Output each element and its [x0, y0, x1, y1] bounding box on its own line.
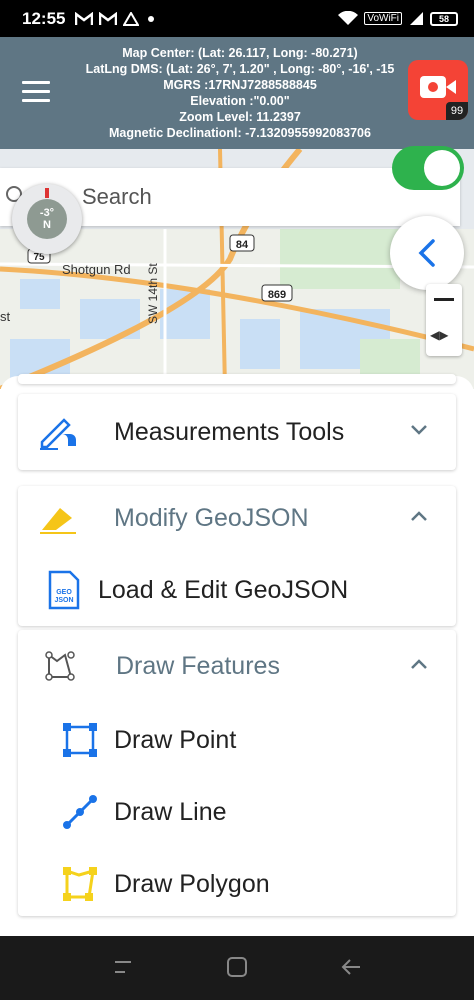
gmail-icon — [99, 11, 118, 25]
chevron-down-icon[interactable] — [410, 424, 428, 436]
magnetic-declination-text: Magnetic Declinationl: -7.13209559920837… — [109, 126, 371, 140]
draw-point-item[interactable]: Draw Point — [18, 708, 456, 772]
sw-14th-label: SW 14th St — [146, 263, 160, 324]
mgrs-text: MGRS :17RNJ7288588845 — [163, 78, 317, 92]
modify-geojson-label[interactable]: Modify GeoJSON — [114, 504, 309, 533]
draw-line-icon — [63, 795, 97, 829]
load-edit-geojson-label: Load & Edit GeoJSON — [98, 576, 349, 604]
draw-features-icon — [45, 651, 75, 681]
svg-text:GEO: GEO — [56, 589, 72, 596]
map-info-lines: Map Center: (Lat: 26.117, Long: -80.271)… — [60, 45, 420, 141]
zoom-controls[interactable]: ◀▶ — [426, 284, 462, 356]
app-header: Map Center: (Lat: 26.117, Long: -80.271)… — [0, 37, 474, 149]
status-bar: 12:55 VoWiFi 58 — [0, 0, 474, 37]
pan-arrows-icon[interactable]: ◀▶ — [430, 328, 448, 342]
compass-direction: N — [43, 219, 51, 231]
back-arrow-icon[interactable] — [340, 956, 362, 978]
draw-features-card: Draw Features Draw Point Draw Line Draw … — [18, 630, 456, 916]
signal-icon — [410, 12, 423, 25]
chevron-left-icon — [418, 239, 435, 267]
elevation-text: Elevation :"0.00" — [190, 94, 290, 108]
recorder-badge: 99 — [446, 102, 468, 120]
measurements-tools-label: Measurements Tools — [114, 418, 345, 446]
collapse-button[interactable] — [390, 216, 464, 290]
draw-point-icon — [63, 723, 97, 757]
map-center-text: Map Center: (Lat: 26.117, Long: -80.271) — [122, 46, 358, 60]
modify-geojson-card: Modify GeoJSON GEO JSON Load & Edit GeoJ… — [18, 486, 456, 626]
geojson-file-icon: GEO JSON — [48, 570, 80, 610]
battery-icon: 58 — [430, 11, 458, 26]
load-edit-geojson-item[interactable]: GEO JSON Load & Edit GeoJSON — [18, 558, 456, 622]
draw-line-item[interactable]: Draw Line — [18, 780, 456, 844]
draw-polygon-item[interactable]: Draw Polygon — [18, 852, 456, 916]
draw-polygon-label: Draw Polygon — [114, 870, 270, 898]
route-84-label: 84 — [236, 239, 249, 251]
shotgun-rd-label: Shotgun Rd — [62, 262, 131, 277]
dot-icon — [148, 15, 155, 22]
svg-text:JSON: JSON — [54, 597, 73, 604]
status-time: 12:55 — [22, 8, 66, 28]
compass-widget[interactable]: -3° N — [12, 184, 82, 254]
pen-hand-icon — [40, 418, 76, 450]
wifi-icon — [338, 11, 359, 25]
gmail-icon — [75, 11, 94, 25]
layer-toggle-switch[interactable] — [392, 146, 464, 190]
collapsed-card — [18, 374, 456, 384]
status-right: VoWiFi 58 — [338, 11, 458, 26]
draw-line-label: Draw Line — [114, 798, 227, 826]
draw-polygon-icon — [63, 867, 97, 901]
compass-degrees: -3° — [39, 207, 55, 219]
vowifi-badge: VoWiFi — [364, 12, 402, 25]
screen-recorder-icon[interactable]: 99 — [408, 60, 468, 120]
draw-features-label[interactable]: Draw Features — [116, 652, 280, 681]
hamburger-menu-icon[interactable] — [22, 81, 50, 103]
latlng-dms-text: LatLng DMS: (Lat: 26°, 7', 1.20" , Long:… — [85, 62, 395, 76]
measurements-tools-card[interactable]: Measurements Tools — [18, 394, 456, 470]
tools-panel: Measurements Tools Modify GeoJSON GEO JS… — [0, 374, 474, 936]
search-input[interactable]: Search — [82, 184, 152, 210]
eraser-icon — [40, 508, 76, 534]
chevron-up-icon[interactable] — [410, 510, 428, 522]
zoom-level-text: Zoom Level: 11.2397 — [179, 110, 301, 124]
chevron-up-icon[interactable] — [410, 658, 428, 670]
notification-icons — [75, 11, 157, 26]
home-icon[interactable] — [226, 956, 248, 978]
zoom-out-icon[interactable] — [434, 298, 454, 301]
system-nav-bar — [0, 936, 474, 1000]
draw-point-label: Draw Point — [114, 726, 237, 754]
route-869-label: 869 — [268, 289, 286, 301]
st-label: st — [0, 309, 11, 324]
compass-needle-icon — [45, 188, 49, 198]
drive-icon — [123, 11, 140, 26]
recent-apps-icon[interactable] — [112, 956, 134, 978]
